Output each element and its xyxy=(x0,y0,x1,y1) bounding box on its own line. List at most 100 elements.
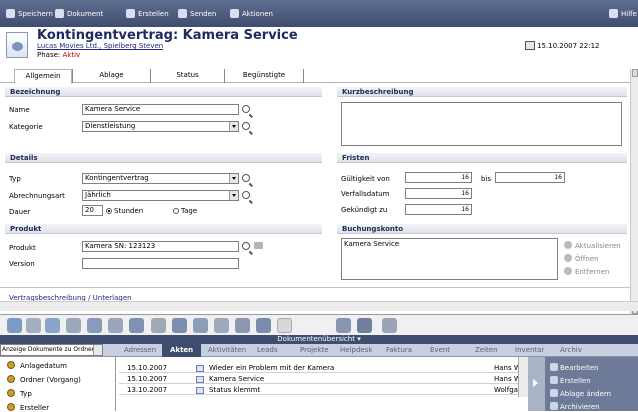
tab-allgemein[interactable]: Allgemein xyxy=(14,69,72,84)
search-icon[interactable] xyxy=(242,122,250,130)
document-menu[interactable]: Dokument xyxy=(55,8,103,20)
search-icon[interactable] xyxy=(242,242,250,250)
kategorie-label: Kategorie xyxy=(9,123,43,131)
chevron-down-icon[interactable] xyxy=(229,122,238,131)
tab-aktivitaeten[interactable]: Aktivitäten xyxy=(208,346,246,354)
produkt-field[interactable]: Kamera SN: 123123 xyxy=(82,241,239,252)
scroll-up-arrow[interactable] xyxy=(632,69,638,77)
letter-icon[interactable] xyxy=(108,318,123,333)
folder-filter-select[interactable]: Anzeige Dokumente zu Ordner xyxy=(0,344,103,356)
search-icon[interactable] xyxy=(242,191,250,199)
collapse-panel-arrow[interactable] xyxy=(528,357,545,411)
unit-stunden-radio[interactable]: Stunden xyxy=(106,207,143,215)
create-button[interactable]: Erstellen xyxy=(550,376,591,385)
calendar-icon[interactable]: 16 xyxy=(461,205,469,214)
kurzbeschreibung-textarea[interactable] xyxy=(341,102,622,146)
table-scrollbar[interactable] xyxy=(518,357,528,397)
calendar-icon[interactable] xyxy=(26,318,41,333)
gueltig-bis-date[interactable]: 16 xyxy=(495,172,565,183)
archive-icon[interactable] xyxy=(235,318,250,333)
change-filing-button[interactable]: Ablage ändern xyxy=(550,389,611,398)
chart-icon[interactable] xyxy=(193,318,208,333)
tab-adressen[interactable]: Adressen xyxy=(124,346,156,354)
search-icon[interactable] xyxy=(242,174,250,182)
empty-document-icon[interactable] xyxy=(277,318,292,333)
send-menu[interactable]: Senden xyxy=(178,8,216,20)
create-menu[interactable]: Erstellen xyxy=(126,8,169,20)
section-kurzbeschreibung: Kurzbeschreibung xyxy=(337,87,627,97)
unit-tage-radio[interactable]: Tage xyxy=(173,207,197,215)
report-icon[interactable] xyxy=(172,318,187,333)
open-button[interactable]: Öffnen xyxy=(564,254,599,263)
tab-inventar[interactable]: Inventar xyxy=(515,346,544,354)
tab-zeiten[interactable]: Zeiten xyxy=(475,346,498,354)
calendar-icon[interactable]: 16 xyxy=(554,173,562,182)
clipboard-icon[interactable] xyxy=(382,318,397,333)
refresh-button[interactable]: Aktualisieren xyxy=(564,241,621,250)
network-icon[interactable] xyxy=(336,318,351,333)
tab-status[interactable]: Status xyxy=(150,69,224,83)
folder-item[interactable]: Typ xyxy=(7,389,32,398)
pen-icon[interactable] xyxy=(151,318,166,333)
tab-projekte[interactable]: Projekte xyxy=(300,346,328,354)
calendar-icon xyxy=(525,41,535,50)
send-icon xyxy=(178,9,187,18)
tab-bar: Allgemein Ablage Status Begünstigte xyxy=(0,69,630,84)
chevron-down-icon[interactable] xyxy=(93,345,102,355)
chevron-down-icon[interactable] xyxy=(229,191,238,200)
folder-item[interactable]: Anlagedatum xyxy=(7,361,67,370)
company-link[interactable]: Lucas Movies Ltd., Spielberg Steven xyxy=(37,42,163,50)
document-overview-bar[interactable]: Dokumentenübersicht ▾ xyxy=(0,335,638,344)
table-row[interactable]: 15.10.2007 Kamera Service Hans W xyxy=(119,374,528,384)
tab-leads[interactable]: Leads xyxy=(257,346,277,354)
open-folder-icon[interactable] xyxy=(254,242,263,249)
tab-helpdesk[interactable]: Helpdesk xyxy=(340,346,372,354)
actions-menu[interactable]: Aktionen xyxy=(230,8,273,20)
radio-selected-icon[interactable] xyxy=(106,208,112,214)
typ-select[interactable]: Kontingentvertrag xyxy=(82,173,239,184)
email-icon[interactable] xyxy=(45,318,60,333)
produkt-label: Produkt xyxy=(9,244,36,252)
version-field[interactable] xyxy=(82,258,239,269)
horizontal-scrollbar[interactable] xyxy=(0,301,638,311)
remove-button[interactable]: Entfernen xyxy=(564,267,609,276)
email-icon xyxy=(196,365,204,372)
archive-button[interactable]: Archivieren xyxy=(550,402,600,411)
tab-faktura[interactable]: Faktura xyxy=(386,346,412,354)
kategorie-select[interactable]: Dienstleistung xyxy=(82,121,239,132)
help-icon[interactable] xyxy=(256,318,271,333)
tab-beguenstigte[interactable]: Begünstigte xyxy=(224,69,304,83)
calendar-icon[interactable]: 16 xyxy=(461,173,469,182)
verfallsdatum-date[interactable]: 16 xyxy=(405,188,472,199)
help-button[interactable]: Hilfe xyxy=(609,8,637,20)
form-scrollbar[interactable] xyxy=(630,69,638,314)
section-buchungskonto: Buchungskonto xyxy=(337,224,627,234)
tab-ablage[interactable]: Ablage xyxy=(72,69,150,83)
save-button[interactable]: Speichern xyxy=(6,8,53,20)
gueltig-von-date[interactable]: 16 xyxy=(405,172,472,183)
fax-icon[interactable] xyxy=(129,318,144,333)
chevron-down-icon[interactable] xyxy=(229,174,238,183)
edit-button[interactable]: Bearbeiten xyxy=(550,363,598,372)
radio-icon[interactable] xyxy=(173,208,179,214)
edit-icon xyxy=(550,363,558,371)
gekuendigt-date[interactable]: 16 xyxy=(405,204,472,215)
folder-item[interactable]: Ordner (Vorgang) xyxy=(7,375,81,384)
name-field[interactable]: Kamera Service xyxy=(82,104,239,115)
search-icon[interactable] xyxy=(242,105,250,113)
user-icon[interactable] xyxy=(357,318,372,333)
abrechnungsart-select[interactable]: Jährlich xyxy=(82,190,239,201)
table-row[interactable]: 13.10.2007 Status klemmt Wolfgan xyxy=(119,385,528,395)
archive-icon xyxy=(550,402,558,410)
dauer-field[interactable]: 20 xyxy=(82,205,103,216)
buchungskonto-list[interactable]: Kamera Service xyxy=(341,238,558,280)
task-icon[interactable] xyxy=(66,318,81,333)
tab-archiv[interactable]: Archiv xyxy=(560,346,582,354)
print-icon[interactable] xyxy=(214,318,229,333)
tab-akten[interactable]: Akten xyxy=(162,344,202,357)
calendar-icon[interactable]: 16 xyxy=(461,189,469,198)
tab-event[interactable]: Event xyxy=(430,346,450,354)
note-icon[interactable] xyxy=(87,318,102,333)
table-row[interactable]: 15.10.2007 Wieder ein Problem mit der Kam… xyxy=(119,363,528,373)
phone-icon[interactable] xyxy=(7,318,22,333)
